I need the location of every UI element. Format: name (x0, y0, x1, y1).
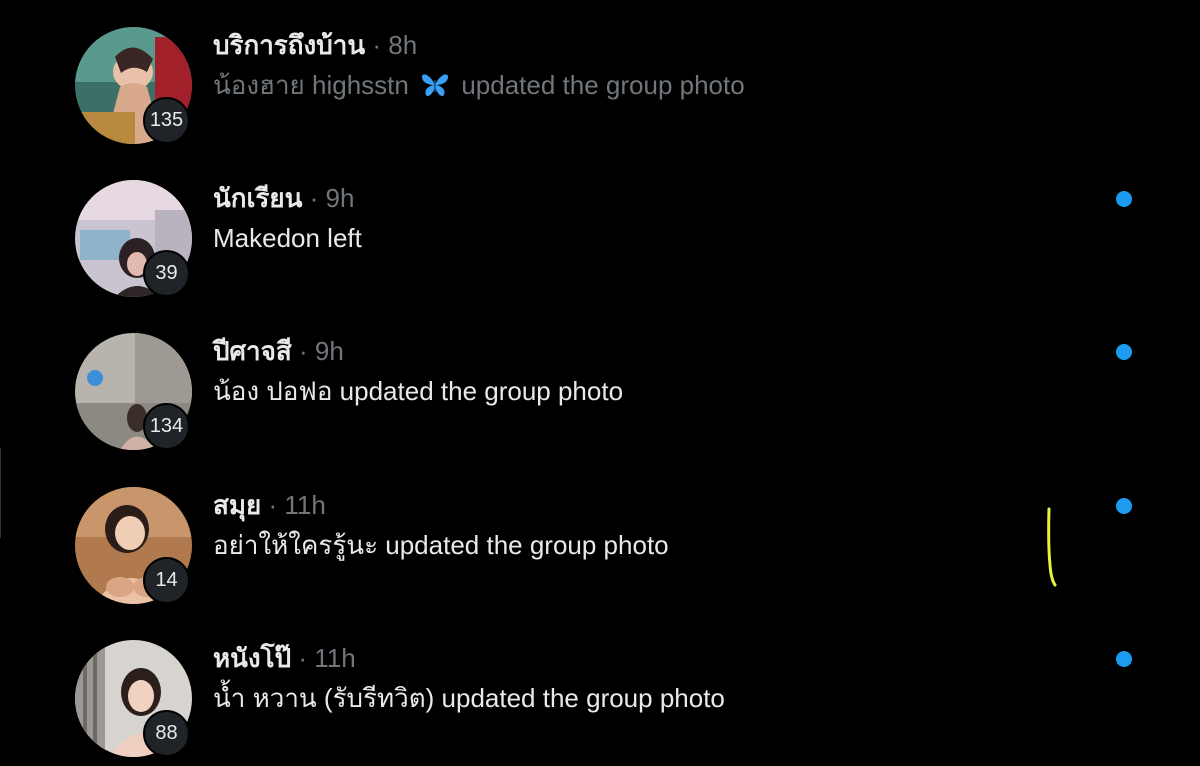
conversation-header: สมุย · 11h (213, 488, 326, 522)
conversation-item[interactable]: 14 สมุย · 11h อย่าให้ใครรู้นะ updated th… (0, 460, 1200, 613)
separator-dot: · (268, 490, 278, 520)
member-count-badge: 39 (143, 250, 190, 297)
group-name: หนังโป๊ (213, 643, 292, 673)
member-count-badge: 14 (143, 557, 190, 604)
conversation-item[interactable]: 39 นักเรียน · 9h Makedon left (0, 153, 1200, 306)
timestamp: 8h (388, 30, 418, 60)
message-preview: อย่าให้ใครรู้นะ updated the group photo (213, 530, 669, 560)
conversation-item[interactable]: 88 หนังโป๊ · 11h น้ำ หวาน (รับรีทวิต) up… (0, 613, 1200, 766)
group-name: บริการถึงบ้าน (213, 30, 366, 60)
timestamp: 11h (314, 643, 356, 673)
conversation-header: ปีศาจสี · 9h (213, 334, 344, 368)
message-preview: น้องฮาย highsstn updated the group photo (213, 68, 745, 102)
group-name: นักเรียน (213, 183, 303, 213)
conversation-item[interactable]: 135 บริการถึงบ้าน · 8h น้องฮาย highsstn … (0, 0, 1200, 153)
timestamp: 9h (314, 336, 344, 366)
separator-dot: · (298, 336, 308, 366)
separator-dot: · (309, 183, 319, 213)
timestamp: 11h (284, 490, 326, 520)
unread-indicator (1116, 498, 1132, 514)
conversation-header: นักเรียน · 9h (213, 181, 354, 215)
preview-sender: น้องฮาย highsstn (213, 70, 409, 100)
conversation-header: บริการถึงบ้าน · 8h (213, 28, 417, 62)
member-count-badge: 135 (143, 97, 190, 144)
preview-action: updated the group photo (461, 70, 745, 100)
group-name: สมุย (213, 490, 269, 520)
timestamp: 9h (325, 183, 355, 213)
unread-indicator (1116, 344, 1132, 360)
message-preview: น้อง ปอฟอ updated the group photo (213, 376, 624, 406)
conversation-header: หนังโป๊ · 11h (213, 641, 356, 675)
unread-indicator (1116, 651, 1132, 667)
message-preview: Makedon left (213, 223, 362, 253)
group-name: ปีศาจสี (213, 336, 292, 366)
separator-dot: · (372, 30, 381, 60)
message-preview: น้ำ หวาน (รับรีทวิต) updated the group p… (213, 683, 725, 713)
conversation-item[interactable]: 134 ปีศาจสี · 9h น้อง ปอฟอ updated the g… (0, 306, 1200, 459)
yellow-annotation-mark (1047, 507, 1057, 587)
separator-dot: · (298, 643, 307, 673)
butterfly-icon (422, 74, 449, 97)
member-count-badge: 88 (143, 710, 190, 757)
unread-indicator (1116, 191, 1132, 207)
member-count-badge: 134 (143, 403, 190, 450)
